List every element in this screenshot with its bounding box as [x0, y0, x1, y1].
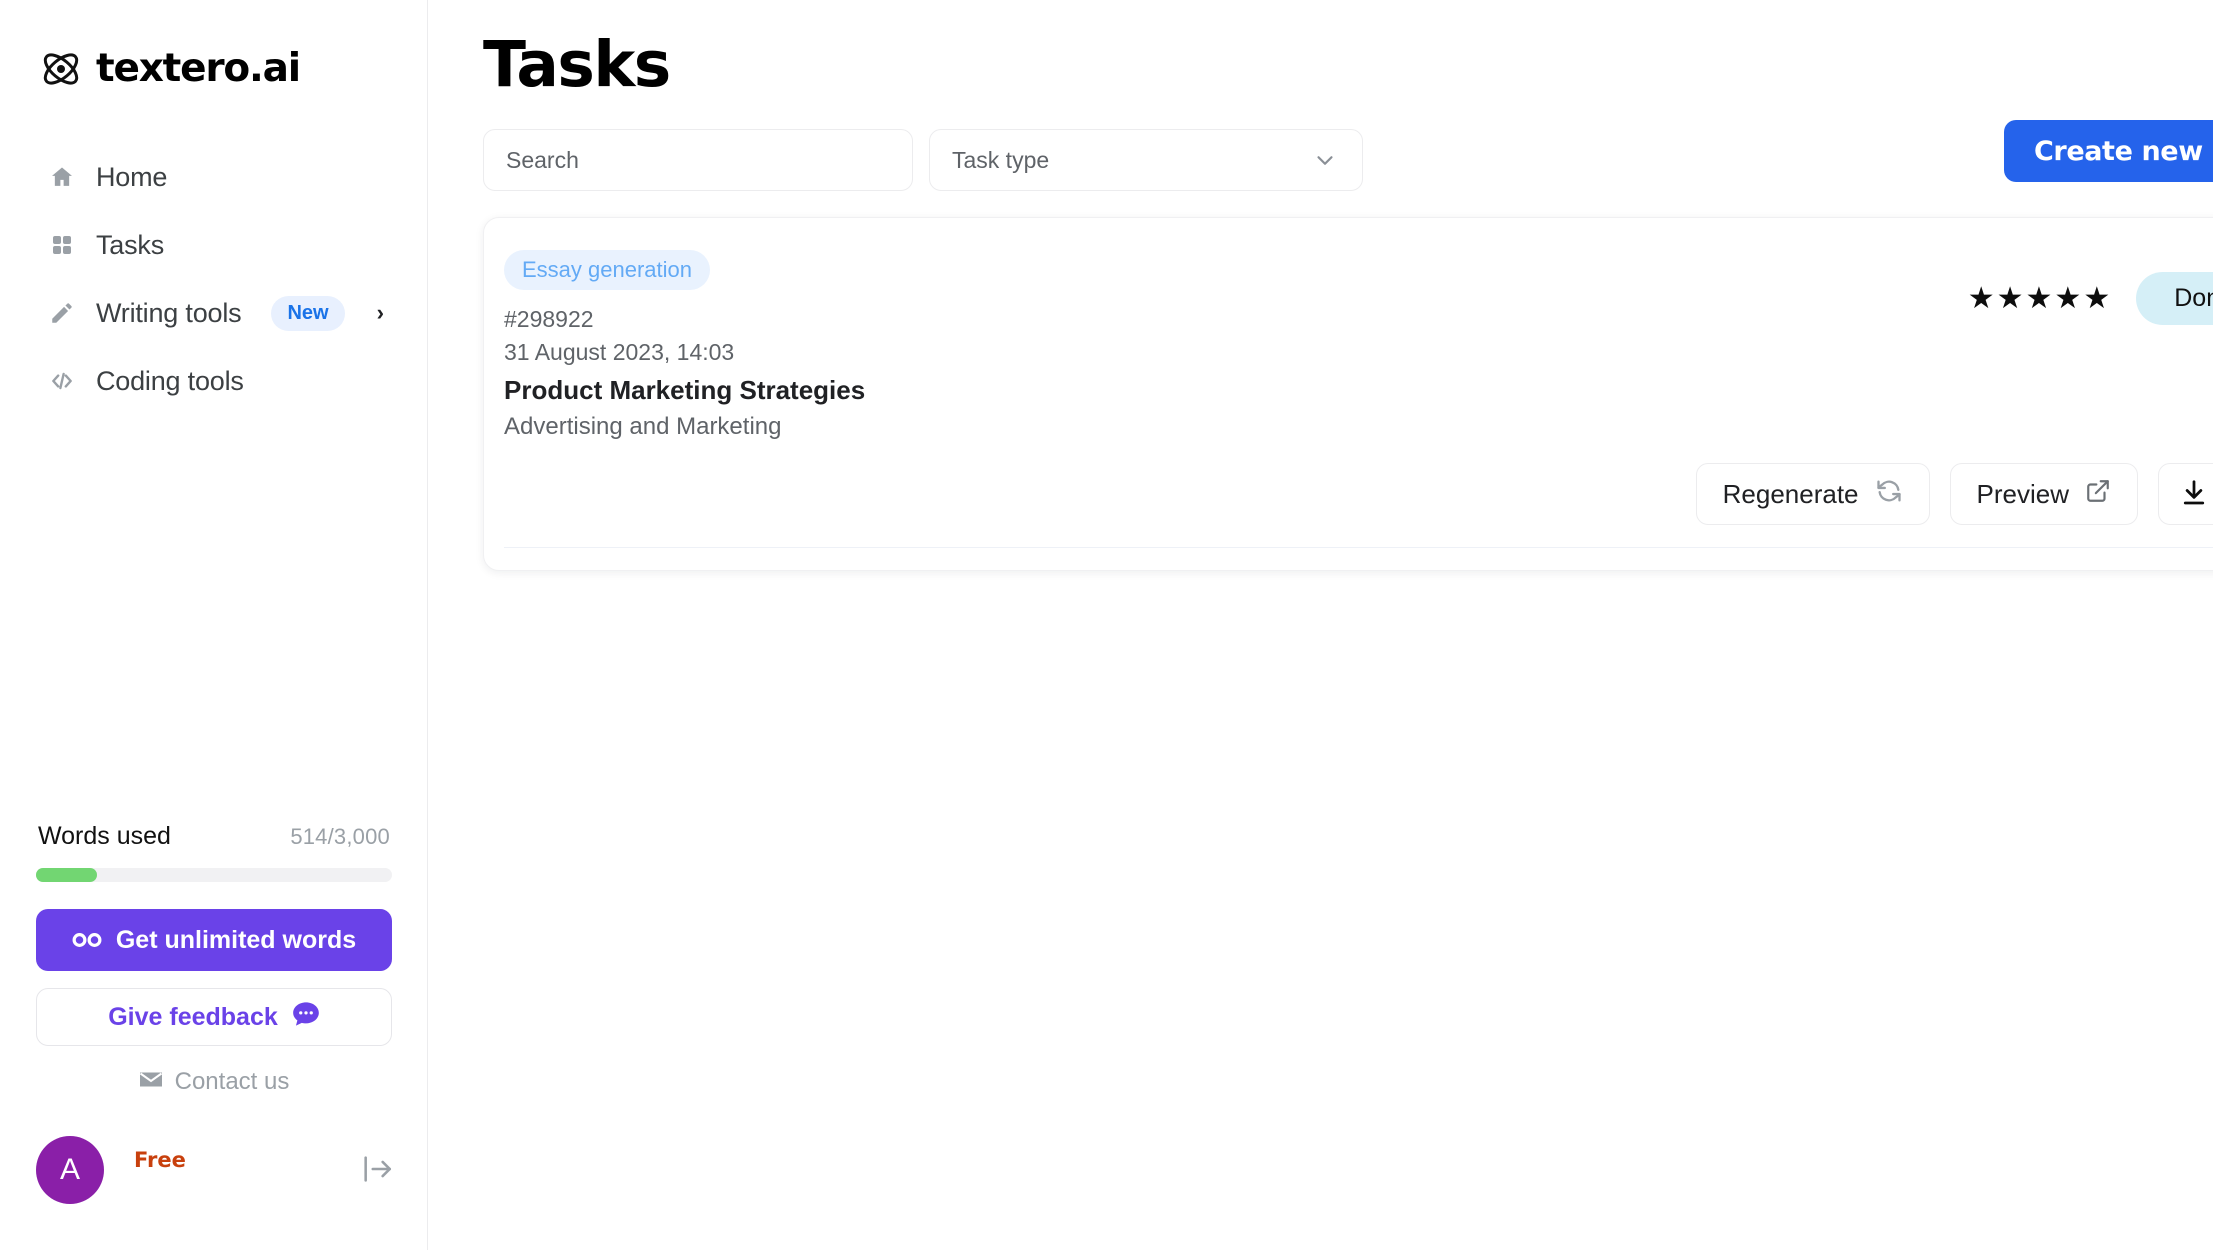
main-content: Tasks Task type Create new + Essay gener… [428, 0, 2213, 1250]
avatar[interactable]: A [36, 1136, 104, 1204]
search-input[interactable] [483, 129, 913, 191]
regenerate-label: Regenerate [1722, 478, 1859, 509]
plan-badge: Free [134, 1148, 186, 1172]
chat-bubble-icon [292, 1001, 320, 1034]
task-id: #298922 [504, 306, 594, 332]
sidebar: textero.ai Home Tasks Writing tools New … [0, 0, 428, 1250]
get-unlimited-words-button[interactable]: Get unlimited words [36, 909, 392, 971]
words-progress-bar [36, 868, 392, 882]
code-icon [48, 367, 76, 395]
expand-sidebar-icon[interactable] [354, 1146, 400, 1192]
task-status-group: ★★★★★ Done [1968, 272, 2213, 325]
contact-us-label: Contact us [174, 1068, 290, 1095]
task-subtitle: Advertising and Marketing [504, 413, 782, 440]
regenerate-button[interactable]: Regenerate [1695, 463, 1930, 525]
logo[interactable]: textero.ai [0, 0, 427, 91]
give-feedback-button[interactable]: Give feedback [36, 988, 392, 1046]
external-link-icon [2085, 478, 2111, 511]
toolbar: Task type Create new + [483, 120, 2213, 191]
sidebar-item-label: Writing tools [96, 297, 242, 328]
sidebar-footer: Words used 514/3,000 Get unlimited words… [0, 822, 428, 1250]
sidebar-item-home[interactable]: Home [0, 143, 427, 211]
status-badge: Done [2136, 272, 2213, 325]
sidebar-item-tasks[interactable]: Tasks [0, 211, 427, 279]
sidebar-item-writing-tools[interactable]: Writing tools New › [0, 279, 427, 347]
pencil-icon [48, 299, 76, 327]
words-progress-fill [36, 868, 97, 882]
mail-icon [139, 1071, 163, 1093]
sidebar-nav: Home Tasks Writing tools New › Coding to… [0, 143, 427, 415]
task-card: Essay generation #298922 31 August 2023,… [483, 217, 2213, 571]
card-divider [504, 547, 2213, 548]
sidebar-item-label: Tasks [96, 229, 165, 260]
new-badge: New [271, 295, 345, 331]
sidebar-item-coding-tools[interactable]: Coding tools [0, 347, 427, 415]
get-unlimited-words-label: Get unlimited words [115, 925, 357, 954]
preview-button[interactable]: Preview [1949, 463, 2138, 525]
rating-stars[interactable]: ★★★★★ [1968, 281, 2112, 316]
create-new-label: Create new [2034, 135, 2203, 167]
download-icon [2179, 478, 2209, 511]
give-feedback-label: Give feedback [108, 1002, 278, 1031]
grid-icon [48, 231, 76, 259]
task-actions: Regenerate Preview [504, 463, 2213, 525]
app-root: textero.ai Home Tasks Writing tools New … [0, 0, 2213, 1250]
sidebar-item-label: Coding tools [96, 365, 244, 396]
sidebar-item-label: Home [96, 161, 168, 192]
page-title: Tasks [483, 28, 671, 101]
user-row[interactable]: A Free [36, 1134, 392, 1206]
chevron-down-icon [1312, 147, 1338, 173]
task-title: Product Marketing Strategies [504, 375, 866, 405]
home-icon [48, 163, 76, 191]
contact-us-link[interactable]: Contact us [36, 1068, 392, 1096]
task-type-value: Task type [952, 146, 1050, 173]
chevron-right-icon[interactable]: › [377, 300, 384, 326]
infinity-icon [72, 926, 102, 955]
preview-label: Preview [1976, 478, 2069, 509]
create-new-button[interactable]: Create new + [2004, 120, 2213, 182]
task-type-select[interactable]: Task type [929, 129, 1363, 191]
words-used-label: Words used [38, 822, 171, 850]
task-date: 31 August 2023, 14:03 [504, 339, 735, 365]
task-card-body: Essay generation #298922 31 August 2023,… [484, 250, 2213, 548]
task-type-tag: Essay generation [504, 250, 710, 290]
logo-text: textero.ai [96, 46, 301, 91]
download-button[interactable] [2158, 463, 2213, 525]
words-used-count: 514/3,000 [290, 824, 390, 849]
refresh-icon [1875, 477, 1903, 512]
atom-icon [40, 48, 82, 90]
words-used-row: Words used 514/3,000 [36, 822, 392, 851]
